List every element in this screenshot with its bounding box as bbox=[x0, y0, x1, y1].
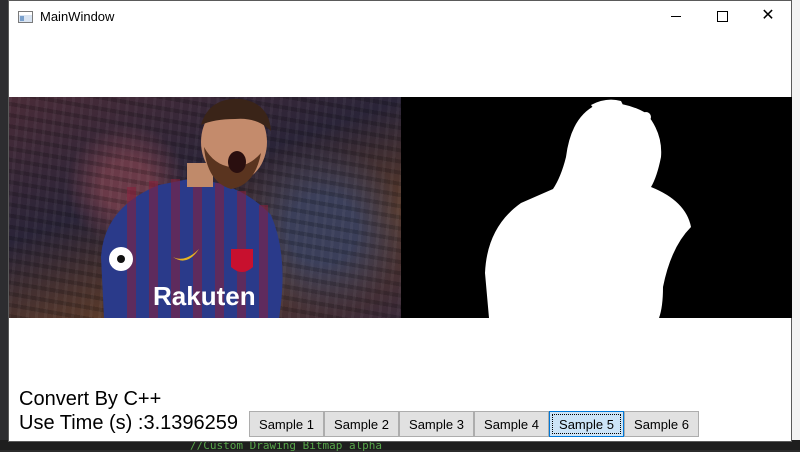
elapsed-time-label: Use Time (s) :3.1396259 bbox=[19, 412, 238, 434]
image-row: Rakuten bbox=[9, 97, 792, 318]
sample-4-button[interactable]: Sample 4 bbox=[474, 411, 549, 437]
original-photo: Rakuten bbox=[9, 97, 401, 318]
sample-3-button[interactable]: Sample 3 bbox=[399, 411, 474, 437]
player-figure: Rakuten bbox=[101, 98, 283, 318]
close-icon: ✕ bbox=[761, 7, 775, 24]
jersey-text: Rakuten bbox=[153, 281, 256, 311]
window-title: MainWindow bbox=[40, 9, 115, 24]
title-bar[interactable]: MainWindow ✕ bbox=[9, 1, 791, 32]
sample-1-button[interactable]: Sample 1 bbox=[249, 411, 324, 437]
app-window-icon bbox=[18, 10, 33, 23]
window-controls: ✕ bbox=[653, 1, 791, 31]
maximize-icon bbox=[716, 10, 728, 22]
main-window: MainWindow ✕ Rakuten Convert By C++ Use … bbox=[8, 0, 792, 442]
maximize-button[interactable] bbox=[699, 1, 745, 31]
close-button[interactable]: ✕ bbox=[745, 1, 791, 31]
ide-left-strip bbox=[0, 0, 8, 450]
minimize-button[interactable] bbox=[653, 1, 699, 31]
sample-2-button[interactable]: Sample 2 bbox=[324, 411, 399, 437]
minimize-icon bbox=[671, 15, 681, 17]
mask-image bbox=[401, 97, 792, 318]
sample-6-button[interactable]: Sample 6 bbox=[624, 411, 699, 437]
convert-method-label: Convert By C++ bbox=[19, 388, 162, 410]
mask-silhouette bbox=[485, 99, 691, 318]
sample-5-button[interactable]: Sample 5 bbox=[549, 411, 624, 437]
sample-button-bar: Sample 1 Sample 2 Sample 3 Sample 4 Samp… bbox=[249, 411, 699, 437]
